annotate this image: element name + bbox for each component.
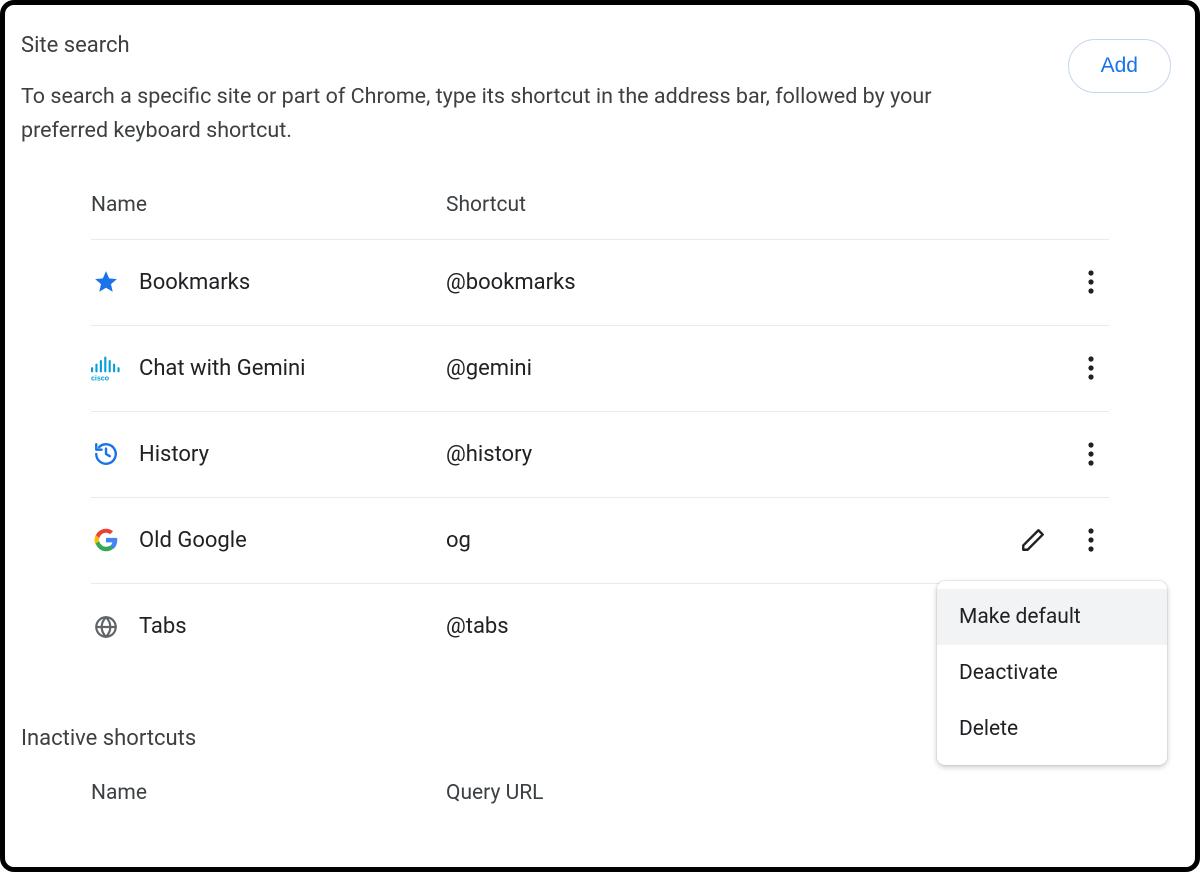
- actions-cell: [999, 354, 1109, 382]
- star-icon: [91, 267, 121, 297]
- add-button[interactable]: Add: [1068, 39, 1171, 93]
- actions-cell: [999, 268, 1109, 296]
- engine-name: Tabs: [139, 614, 187, 639]
- cisco-icon: cisco: [91, 353, 121, 383]
- menu-item-deactivate[interactable]: Deactivate: [937, 645, 1167, 701]
- edit-button[interactable]: [1019, 526, 1047, 554]
- shortcut-cell: og: [446, 528, 999, 553]
- engine-name: Chat with Gemini: [139, 356, 306, 381]
- menu-item-make-default[interactable]: Make default: [937, 589, 1167, 645]
- section-description: To search a specific site or part of Chr…: [21, 80, 1021, 149]
- section-header: Site search To search a specific site or…: [21, 33, 1179, 149]
- google-g-icon: [91, 525, 121, 555]
- more-actions-button[interactable]: [1077, 526, 1105, 554]
- engine-name: Bookmarks: [139, 270, 250, 295]
- column-header-query-url: Query URL: [446, 781, 543, 805]
- shortcut-cell: @bookmarks: [446, 270, 999, 295]
- column-header-name: Name: [91, 781, 446, 805]
- name-cell: cisco Chat with Gemini: [91, 353, 446, 383]
- section-title: Site search: [21, 33, 1021, 58]
- name-cell: History: [91, 439, 446, 469]
- more-actions-button[interactable]: [1077, 440, 1105, 468]
- shortcut-cell: @gemini: [446, 356, 999, 381]
- table-row: cisco Chat with Gemini @gemini: [91, 326, 1109, 412]
- name-cell: Tabs: [91, 612, 446, 642]
- table-row: Bookmarks @bookmarks: [91, 240, 1109, 326]
- more-actions-button[interactable]: [1077, 268, 1105, 296]
- column-header-name: Name: [91, 193, 446, 217]
- more-actions-button[interactable]: [1077, 354, 1105, 382]
- column-header-actions: [999, 193, 1109, 217]
- menu-item-delete[interactable]: Delete: [937, 701, 1167, 757]
- engine-name: Old Google: [139, 528, 247, 553]
- history-icon: [91, 439, 121, 469]
- table-row: Old Google og: [91, 498, 1109, 584]
- section-heading-block: Site search To search a specific site or…: [21, 33, 1021, 149]
- table-row: History @history: [91, 412, 1109, 498]
- inactive-table-header: Name Query URL: [21, 781, 1179, 805]
- table-header: Name Shortcut: [91, 193, 1109, 240]
- name-cell: Old Google: [91, 525, 446, 555]
- svg-text:cisco: cisco: [91, 376, 110, 383]
- name-cell: Bookmarks: [91, 267, 446, 297]
- shortcut-cell: @tabs: [446, 614, 999, 639]
- actions-cell: [999, 440, 1109, 468]
- shortcut-cell: @history: [446, 442, 999, 467]
- globe-icon: [91, 612, 121, 642]
- context-menu[interactable]: Make defaultDeactivateDelete: [937, 581, 1167, 765]
- settings-panel: Site search To search a specific site or…: [0, 0, 1200, 872]
- engine-name: History: [139, 442, 209, 467]
- column-header-shortcut: Shortcut: [446, 193, 999, 217]
- actions-cell: [999, 526, 1109, 554]
